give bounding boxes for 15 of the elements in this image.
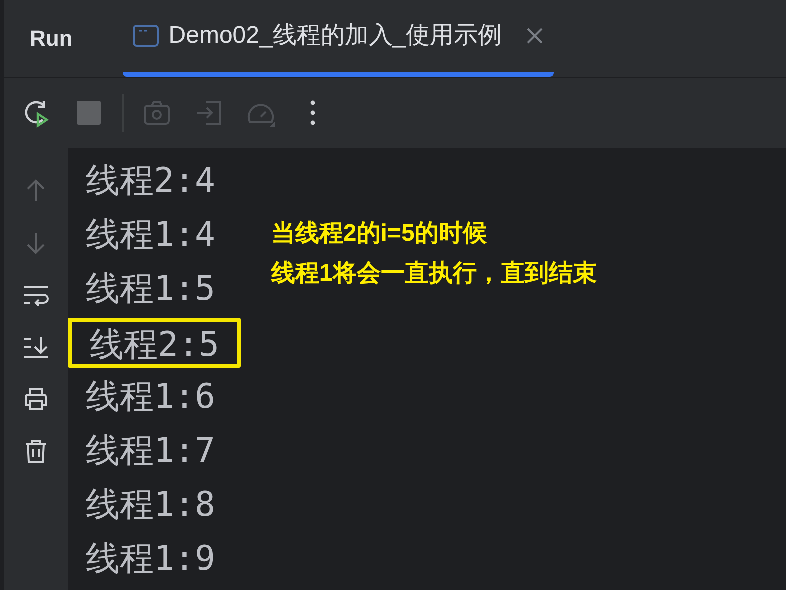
console-line: 线程1:7 — [85, 430, 216, 473]
trash-icon[interactable] — [23, 438, 49, 464]
console-line: 线程1:6 — [85, 376, 216, 419]
annotation-text: 当线程2的i=5的时候 — [271, 219, 488, 249]
close-icon[interactable] — [526, 27, 544, 45]
scroll-to-end-icon[interactable] — [23, 334, 49, 360]
console-line: 线程2:4 — [85, 160, 216, 203]
print-icon[interactable] — [23, 386, 49, 412]
annotation-text: 线程1将会一直执行，直到结束 — [271, 259, 597, 289]
console-line: 线程1:4 — [85, 214, 216, 257]
console-line: 线程1:8 — [85, 484, 216, 527]
window-icon — [132, 25, 159, 47]
panel-title: Run — [29, 25, 74, 53]
console-line: 线程1:5 — [85, 268, 216, 311]
console-line: 线程1:9 — [85, 538, 216, 581]
